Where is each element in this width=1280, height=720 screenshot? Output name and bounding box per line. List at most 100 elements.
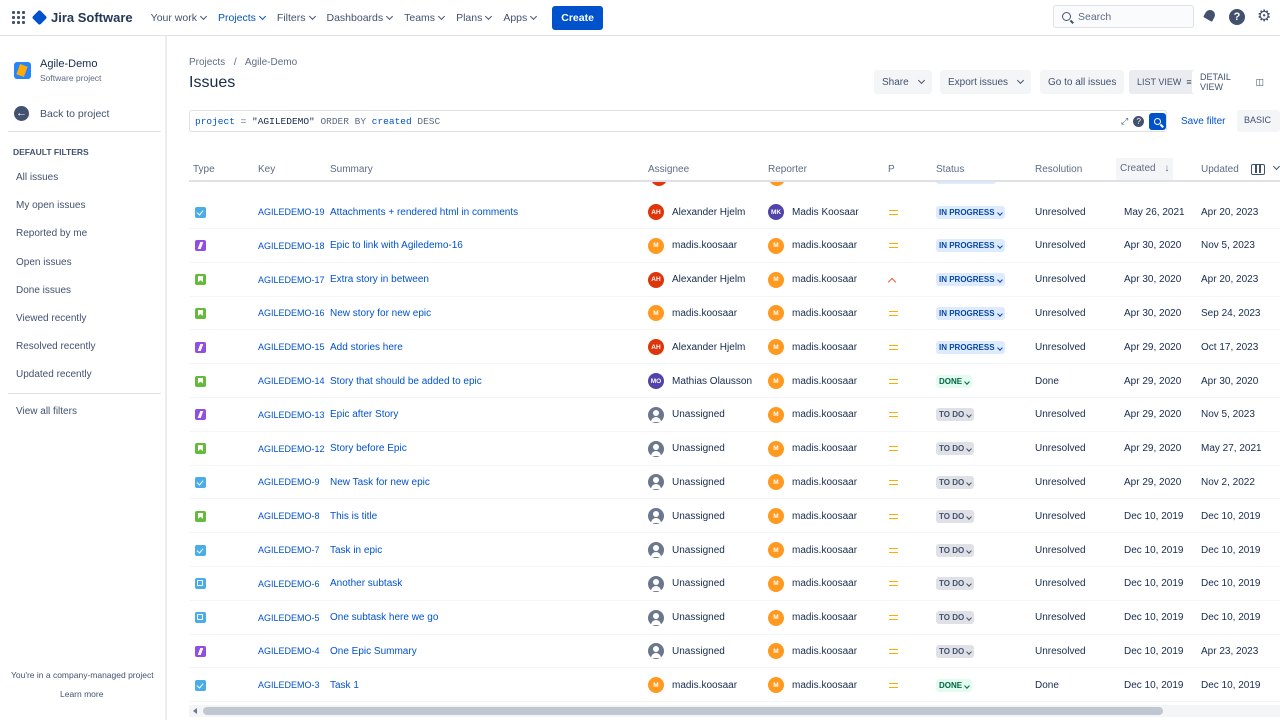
table-row[interactable]: AGILEDEMO-18 Epic to link with Agiledemo-… (189, 229, 1280, 263)
status-badge[interactable]: TO DO (936, 611, 975, 625)
column-header-status[interactable]: Status (936, 164, 964, 175)
issue-summary-link[interactable]: Add stories here (330, 342, 403, 353)
table-row[interactable]: AGILEDEMO-8 This is title Unassigned Mmadis… (189, 499, 1280, 533)
column-header-updated[interactable]: Updated (1201, 164, 1239, 175)
save-filter-link[interactable]: Save filter (1181, 116, 1225, 127)
column-picker-icon[interactable] (1251, 164, 1265, 175)
table-row[interactable]: AGILEDEMO-6 Another subtask Unassigned Mmad… (189, 567, 1280, 601)
issue-key-link[interactable]: AGILEDEMO-18 (258, 241, 325, 251)
issue-summary-link[interactable]: This is title (330, 511, 377, 522)
nav-your-work[interactable]: Your work (151, 12, 208, 24)
table-row[interactable]: AGILEDEMO-7 Task in epic Unassigned Mmadis.… (189, 533, 1280, 567)
issue-summary-link[interactable]: Epic after Story (330, 409, 398, 420)
filter-open-issues[interactable]: Open issues (16, 257, 72, 268)
expand-icon[interactable]: ⤢ (1121, 116, 1128, 127)
nav-apps[interactable]: Apps (503, 12, 538, 24)
column-header-reporter[interactable]: Reporter (768, 164, 807, 175)
detail-view-button[interactable]: DETAIL VIEW ◫ (1192, 70, 1272, 94)
status-badge[interactable]: DONE (936, 678, 973, 692)
jql-help-icon[interactable]: ? (1133, 116, 1145, 127)
issue-key-link[interactable]: AGILEDEMO-17 (258, 275, 325, 285)
issue-summary-link[interactable]: One Epic Summary (330, 646, 417, 657)
assignee-cell[interactable]: Unassigned (648, 634, 725, 668)
table-row[interactable]: AGILEDEMO-13 Epic after Story Unassigned Mm… (189, 398, 1280, 432)
assignee-cell[interactable]: AH Alexander Hjelm (648, 330, 745, 364)
reporter-cell[interactable]: Mmadis.koosaar (768, 499, 857, 533)
issue-summary-link[interactable]: Task 1 (330, 680, 359, 691)
status-badge[interactable]: TO DO (936, 543, 975, 557)
table-row[interactable]: AGILEDEMO-15 Add stories here AH Alexander … (189, 330, 1280, 364)
issue-key-link[interactable]: AGILEDEMO-16 (258, 308, 325, 318)
reporter-cell[interactable]: Mmadis.koosaar (768, 634, 857, 668)
assignee-cell[interactable]: Unassigned (648, 398, 725, 432)
table-row[interactable]: AGILEDEMO-3 Task 1 Mmadis.koosaar Mmadis.ko… (189, 668, 1280, 702)
issue-summary-link[interactable]: Another subtask (330, 578, 402, 589)
assignee-cell[interactable]: Unassigned (648, 533, 725, 567)
filter-viewed-recently[interactable]: Viewed recently (16, 313, 86, 324)
horizontal-scrollbar[interactable] (189, 705, 1280, 717)
status-badge[interactable]: TO DO (936, 442, 975, 456)
help-icon[interactable]: ? (1229, 9, 1245, 25)
status-badge[interactable]: TO DO (936, 577, 975, 591)
nav-filters[interactable]: Filters (277, 12, 316, 24)
reporter-cell[interactable]: Mmadis.koosaar (768, 296, 857, 330)
column-header-key[interactable]: Key (258, 164, 275, 175)
assignee-cell[interactable]: AH Alexander Hjelm (648, 195, 745, 229)
issue-summary-link[interactable]: Story before Epic (330, 443, 407, 454)
notifications-icon[interactable] (1202, 8, 1218, 25)
issue-key-link[interactable]: AGILEDEMO-19 (258, 207, 325, 217)
issue-summary-link[interactable]: Story that should be added to epic (330, 376, 482, 387)
reporter-cell[interactable]: Mmadis.koosaar (768, 398, 857, 432)
basic-mode-button[interactable]: BASIC (1237, 110, 1280, 132)
reporter-cell[interactable]: Mmadis.koosaar (768, 668, 857, 702)
reporter-cell[interactable]: Mmadis.koosaar (768, 601, 857, 635)
reporter-cell[interactable]: Mmadis.koosaar (768, 567, 857, 601)
issue-summary-link[interactable]: Epic to link with Agiledemo-16 (330, 240, 463, 251)
export-issues-button[interactable]: Export issues (940, 70, 1032, 94)
back-to-project-link[interactable]: ← Back to project (14, 106, 109, 121)
column-header-type[interactable]: Type (193, 164, 215, 175)
issue-summary-link[interactable]: Attachments + rendered html in comments (330, 207, 518, 218)
issue-summary-link[interactable]: New story for new epic (330, 308, 431, 319)
status-badge[interactable]: IN PROGRESS (936, 273, 1005, 287)
column-header-created[interactable]: Created ↓ (1116, 158, 1174, 180)
filter-my-open-issues[interactable]: My open issues (16, 200, 85, 211)
view-all-filters-link[interactable]: View all filters (16, 406, 77, 417)
app-switcher-icon[interactable] (12, 10, 26, 25)
status-badge[interactable]: IN PROGRESS (936, 205, 1005, 219)
status-badge[interactable]: TO DO (936, 475, 975, 489)
filter-reported-by-me[interactable]: Reported by me (16, 228, 87, 239)
status-badge[interactable]: IN PROGRESS (936, 239, 1005, 253)
go-to-all-issues-button[interactable]: Go to all issues (1040, 70, 1125, 94)
filter-updated-recently[interactable]: Updated recently (16, 369, 92, 380)
issue-summary-link[interactable]: One subtask here we go (330, 612, 438, 623)
issue-key-link[interactable]: AGILEDEMO-6 (258, 579, 320, 589)
filter-all-issues[interactable]: All issues (16, 172, 58, 183)
status-badge[interactable]: TO DO (936, 644, 975, 658)
assignee-cell[interactable]: Mmadis.koosaar (648, 668, 737, 702)
table-row[interactable]: AGILEDEMO-14 Story that should be added t… (189, 364, 1280, 398)
issue-key-link[interactable]: AGILEDEMO-7 (258, 545, 320, 555)
reporter-cell[interactable]: MK Madis Koosaar (768, 195, 859, 229)
create-button[interactable]: Create (552, 5, 603, 30)
assignee-cell[interactable]: Mmadis.koosaar (648, 229, 737, 263)
reporter-cell[interactable]: Mmadis.koosaar (768, 465, 857, 499)
assignee-cell[interactable]: AH Alexander Hjelm (648, 263, 745, 297)
table-row[interactable]: AGILEDEMO-9 New Task for new epic Unassign… (189, 465, 1280, 499)
status-badge[interactable]: IN PROGRESS (936, 306, 1005, 320)
assignee-cell[interactable]: Unassigned (648, 499, 725, 533)
learn-more-link[interactable]: Learn more (60, 689, 103, 699)
status-badge[interactable]: IN PROGRESS (936, 340, 1005, 354)
reporter-cell[interactable]: Mmadis.koosaar (768, 263, 857, 297)
table-row[interactable]: AGILEDEMO-4 One Epic Summary Unassigned Mma… (189, 634, 1280, 668)
issue-key-link[interactable]: AGILEDEMO-3 (258, 680, 320, 690)
column-header-assignee[interactable]: Assignee (648, 164, 689, 175)
column-header-p[interactable]: P (888, 164, 895, 175)
assignee-cell[interactable]: Unassigned (648, 601, 725, 635)
reporter-cell[interactable]: Mmadis.koosaar (768, 330, 857, 364)
run-search-button[interactable] (1149, 113, 1167, 130)
table-row[interactable]: AGILEDEMO-17 Extra story in between AH Alex… (189, 263, 1280, 297)
scroll-left-icon[interactable] (193, 708, 197, 714)
filter-resolved-recently[interactable]: Resolved recently (16, 341, 95, 352)
issue-key-link[interactable]: AGILEDEMO-5 (258, 613, 320, 623)
